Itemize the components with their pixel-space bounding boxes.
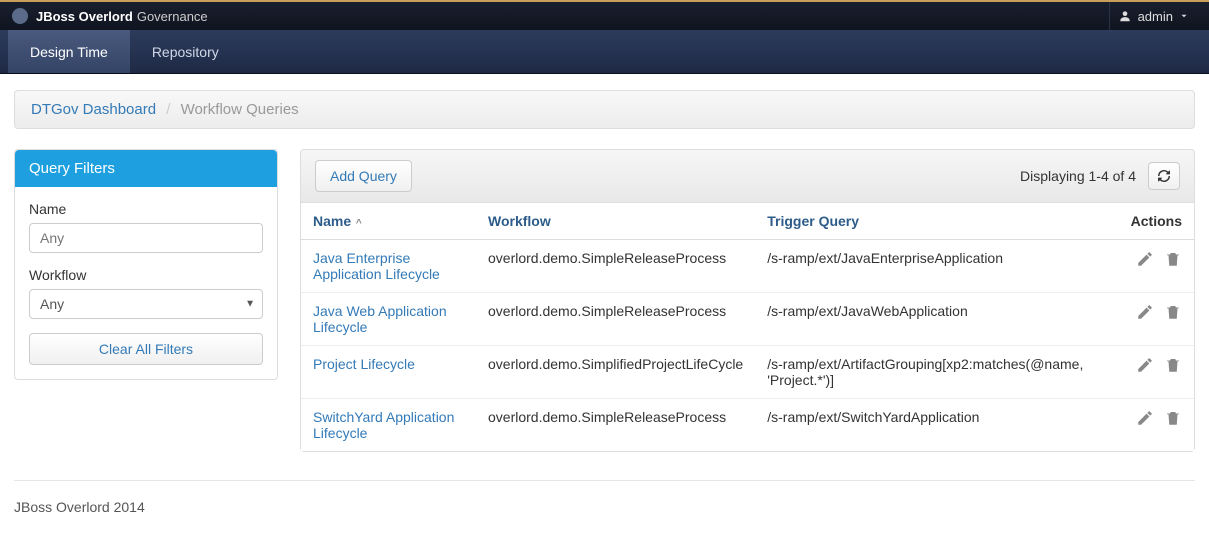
edit-icon bbox=[1136, 250, 1154, 268]
query-name-link[interactable]: Project Lifecycle bbox=[313, 356, 415, 372]
delete-button[interactable] bbox=[1164, 356, 1182, 377]
refresh-icon bbox=[1157, 169, 1171, 183]
delete-button[interactable] bbox=[1164, 409, 1182, 430]
edit-button[interactable] bbox=[1136, 250, 1154, 271]
header-actions: Actions bbox=[1119, 203, 1194, 240]
user-menu[interactable]: admin bbox=[1109, 2, 1197, 30]
edit-button[interactable] bbox=[1136, 303, 1154, 324]
chevron-down-icon bbox=[1179, 11, 1189, 21]
filters-panel: Query Filters Name Workflow Any ▼ bbox=[14, 149, 278, 380]
trigger-cell: /s-ramp/ext/ArtifactGrouping[xp2:matches… bbox=[755, 346, 1118, 399]
workflow-cell: overlord.demo.SimpleReleaseProcess bbox=[476, 399, 755, 452]
table-row: Project Lifecycle overlord.demo.Simplifie… bbox=[301, 346, 1194, 399]
breadcrumb-current: Workflow Queries bbox=[181, 101, 299, 118]
query-name-link[interactable]: SwitchYard Application Lifecycle bbox=[313, 409, 454, 441]
toolbar: Add Query Displaying 1-4 of 4 bbox=[300, 149, 1195, 203]
user-name: admin bbox=[1138, 9, 1173, 24]
breadcrumb-root[interactable]: DTGov Dashboard bbox=[31, 101, 156, 118]
clear-filters-button[interactable]: Clear All Filters bbox=[29, 333, 263, 365]
pagination-text: Displaying 1-4 of 4 bbox=[1020, 168, 1136, 184]
workflow-filter-label: Workflow bbox=[29, 267, 263, 283]
tab-repository[interactable]: Repository bbox=[130, 30, 241, 73]
name-filter-input[interactable] bbox=[29, 223, 263, 253]
edit-icon bbox=[1136, 303, 1154, 321]
brand-name: JBoss Overlord bbox=[36, 9, 133, 24]
queries-table: Name ^ Workflow Trigger Query Actions Ja… bbox=[301, 203, 1194, 451]
header-workflow[interactable]: Workflow bbox=[476, 203, 755, 240]
trash-icon bbox=[1164, 303, 1182, 321]
breadcrumb-separator: / bbox=[166, 101, 170, 118]
footer: JBoss Overlord 2014 bbox=[14, 480, 1195, 515]
trigger-cell: /s-ramp/ext/JavaEnterpriseApplication bbox=[755, 240, 1118, 293]
table-row: Java Web Application Lifecycle overlord.d… bbox=[301, 293, 1194, 346]
trash-icon bbox=[1164, 250, 1182, 268]
workflow-filter-select[interactable]: Any bbox=[29, 289, 263, 319]
user-icon bbox=[1118, 9, 1132, 23]
header-name[interactable]: Name ^ bbox=[301, 203, 476, 240]
tab-label: Design Time bbox=[30, 44, 108, 60]
table-row: Java Enterprise Application Lifecycle ove… bbox=[301, 240, 1194, 293]
tab-design-time[interactable]: Design Time bbox=[8, 30, 130, 73]
delete-button[interactable] bbox=[1164, 250, 1182, 271]
breadcrumb: DTGov Dashboard / Workflow Queries bbox=[14, 90, 1195, 129]
edit-icon bbox=[1136, 409, 1154, 427]
tab-label: Repository bbox=[152, 44, 219, 60]
sort-asc-icon: ^ bbox=[353, 218, 362, 229]
edit-button[interactable] bbox=[1136, 356, 1154, 377]
table-row: SwitchYard Application Lifecycle overlord… bbox=[301, 399, 1194, 452]
trash-icon bbox=[1164, 356, 1182, 374]
refresh-button[interactable] bbox=[1148, 162, 1180, 190]
query-name-link[interactable]: Java Enterprise Application Lifecycle bbox=[313, 250, 440, 282]
edit-icon bbox=[1136, 356, 1154, 374]
brand-subtitle: Governance bbox=[137, 9, 208, 24]
trash-icon bbox=[1164, 409, 1182, 427]
workflow-cell: overlord.demo.SimpleReleaseProcess bbox=[476, 240, 755, 293]
query-name-link[interactable]: Java Web Application Lifecycle bbox=[313, 303, 447, 335]
add-query-button[interactable]: Add Query bbox=[315, 160, 412, 192]
trigger-cell: /s-ramp/ext/JavaWebApplication bbox=[755, 293, 1118, 346]
trigger-cell: /s-ramp/ext/SwitchYardApplication bbox=[755, 399, 1118, 452]
edit-button[interactable] bbox=[1136, 409, 1154, 430]
header-trigger[interactable]: Trigger Query bbox=[755, 203, 1118, 240]
name-filter-label: Name bbox=[29, 201, 263, 217]
delete-button[interactable] bbox=[1164, 303, 1182, 324]
filters-title: Query Filters bbox=[15, 150, 277, 187]
workflow-cell: overlord.demo.SimpleReleaseProcess bbox=[476, 293, 755, 346]
workflow-cell: overlord.demo.SimplifiedProjectLifeCycle bbox=[476, 346, 755, 399]
top-bar: JBoss Overlord Governance admin bbox=[0, 0, 1209, 30]
brand-logo-icon bbox=[12, 8, 28, 24]
nav-bar: Design Time Repository bbox=[0, 30, 1209, 74]
